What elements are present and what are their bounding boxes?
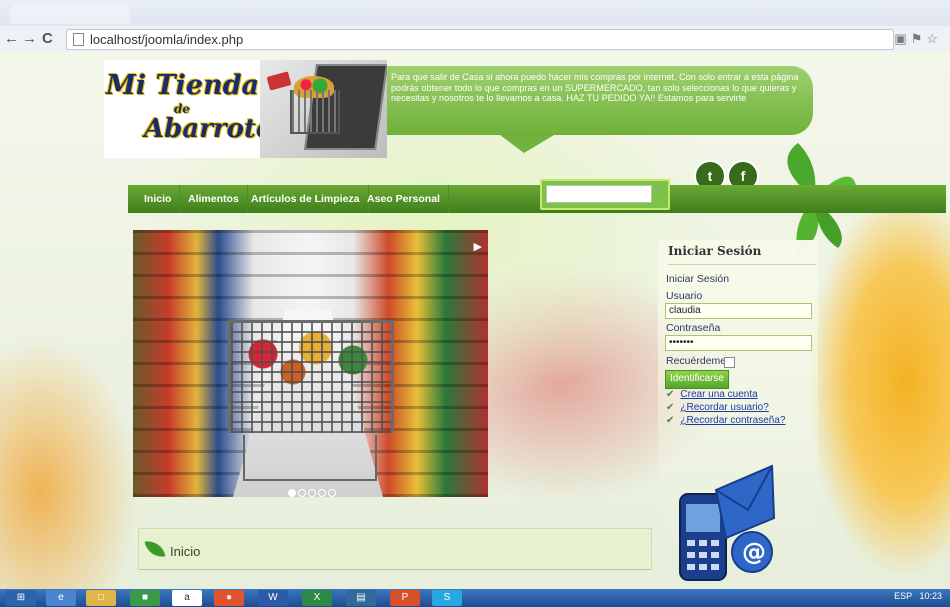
nav-item-articulos-limpieza[interactable]: Artículos de Limpieza (243, 185, 369, 213)
forward-icon[interactable]: → (22, 30, 37, 47)
remember-label: Recuérdeme (666, 355, 727, 367)
app-icon-2[interactable]: ▤ (346, 590, 376, 606)
remind-password-link[interactable]: ✔ ¿Recordar contraseña? (666, 415, 785, 426)
page-title: Inicio (170, 544, 201, 559)
main-nav: Inicio Alimentos Artículos de Limpieza A… (128, 185, 946, 213)
slider-dot-2[interactable] (298, 489, 306, 497)
reload-icon[interactable]: C (42, 30, 53, 47)
slider-dot-5[interactable] (328, 489, 336, 497)
username-label: Usuario (666, 290, 703, 302)
nav-item-alimentos[interactable]: Alimentos (180, 185, 248, 213)
check-icon: ✔ (666, 389, 675, 400)
login-form-title: Iniciar Sesión (666, 273, 730, 285)
search-icon[interactable]: ⚲ (655, 186, 662, 197)
nav-item-aseo-personal[interactable]: Aseo Personal (359, 185, 449, 213)
content-divider (140, 569, 650, 570)
address-bar[interactable]: localhost/joomla/index.php (66, 29, 894, 50)
skype-icon[interactable]: S (432, 590, 462, 606)
shopping-banner-image (260, 60, 387, 158)
promo-speech-bubble: Para que salir de Casa si ahora puedo ha… (387, 66, 813, 135)
slider-pagination (288, 484, 338, 497)
chrome-icon[interactable]: ● (214, 590, 244, 606)
speech-bubble-tail (500, 135, 554, 153)
slider-dot-1[interactable] (288, 489, 296, 497)
image-slider[interactable]: ▶ (133, 230, 488, 497)
content-header-box (138, 528, 652, 570)
word-icon[interactable]: W (258, 590, 288, 606)
password-label: Contraseña (666, 322, 721, 334)
create-account-link[interactable]: ✔ Crear una cuenta (666, 389, 758, 400)
system-tray[interactable]: ESP 10:23 (894, 591, 942, 601)
app-icon-1[interactable]: ■ (130, 590, 160, 606)
start-button[interactable]: ⊞ (6, 590, 36, 606)
check-icon: ✔ (666, 415, 675, 426)
browser-tab-strip (0, 0, 950, 26)
site-logo[interactable]: Mi Tienda de Abarrotes (104, 60, 287, 158)
remember-checkbox[interactable] (724, 357, 735, 368)
tray-language[interactable]: ESP (894, 591, 912, 601)
credit-card-graphic (266, 71, 292, 91)
site-search: ⚲ (540, 179, 670, 210)
remind-username-link[interactable]: ✔ ¿Recordar usuario? (666, 402, 769, 413)
slider-dot-4[interactable] (318, 489, 326, 497)
address-text: localhost/joomla/index.php (90, 32, 244, 47)
browser-tab[interactable] (10, 4, 130, 24)
excel-icon[interactable]: X (302, 590, 332, 606)
toolbar-icons[interactable]: ▣⚑☆ (894, 31, 942, 47)
ie-icon[interactable]: e (46, 590, 76, 606)
tray-clock[interactable]: 10:23 (919, 591, 942, 601)
back-icon[interactable]: ← (4, 30, 19, 47)
password-field[interactable]: ••••••• (665, 335, 812, 351)
promo-text: Para que salir de Casa si ahora puedo ha… (391, 72, 799, 104)
web-page: Mi Tienda de Abarrotes Para que salir de… (0, 52, 950, 589)
browser-toolbar: ← → C localhost/joomla/index.php ▣⚑☆ (0, 26, 950, 53)
app-icon-3[interactable]: P (390, 590, 420, 606)
logo-line1: Mi Tienda (106, 70, 260, 101)
check-icon: ✔ (666, 402, 675, 413)
shopping-cart-image (228, 320, 394, 433)
contact-phone-mail-icon: @ (679, 464, 776, 581)
login-panel-title: Iniciar Sesión (668, 244, 816, 265)
slider-next-icon[interactable]: ▶ (474, 240, 482, 253)
login-submit-button[interactable]: Identificarse (665, 370, 729, 389)
page-icon (73, 33, 84, 46)
cart-graphic (290, 90, 340, 134)
slider-dot-3[interactable] (308, 489, 316, 497)
file-explorer-icon[interactable]: □ (86, 590, 116, 606)
nav-item-inicio[interactable]: Inicio (136, 185, 181, 213)
amazon-icon[interactable]: a (172, 590, 202, 606)
username-field[interactable]: claudia (665, 303, 812, 319)
cart-base (243, 435, 377, 481)
os-taskbar: ⊞ e □ ■ a ● W X ▤ P S ESP 10:23 (0, 589, 950, 607)
svg-text:@: @ (742, 538, 766, 566)
search-input[interactable] (546, 185, 652, 203)
